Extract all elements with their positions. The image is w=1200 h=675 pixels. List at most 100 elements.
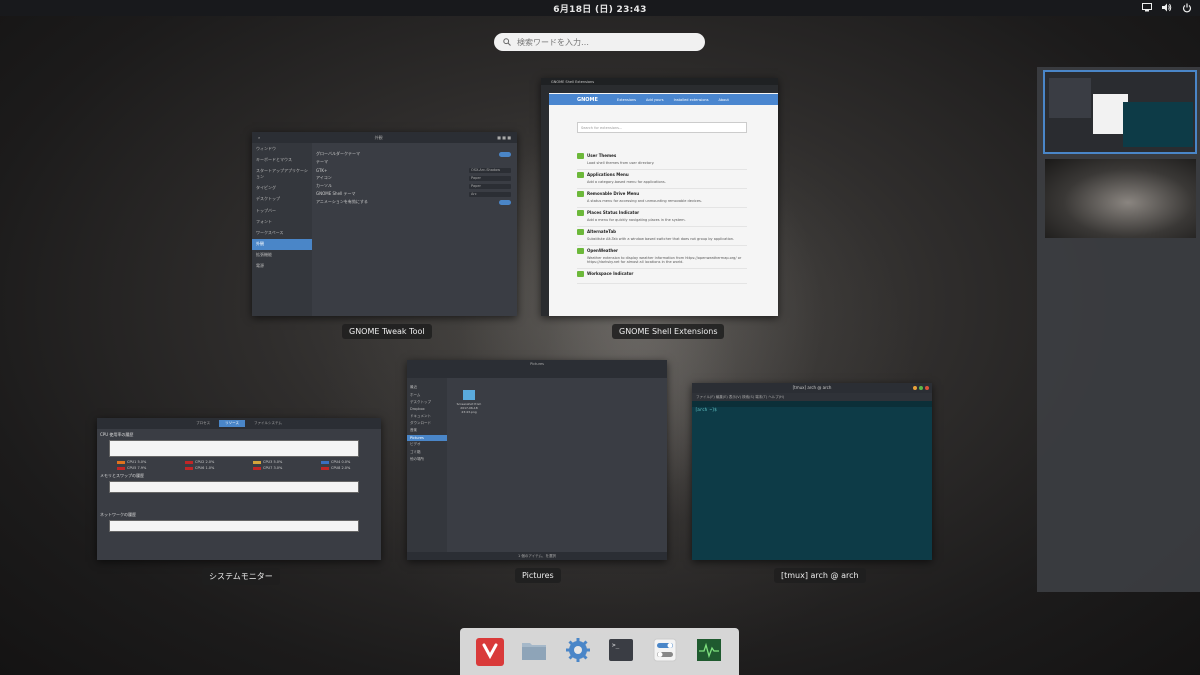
close-icon[interactable] [925, 386, 929, 390]
extension-item[interactable]: Workspace Indicator [577, 269, 747, 284]
workspace-2-thumbnail[interactable] [1045, 159, 1196, 238]
window-tweak-tool[interactable]: ⌕ 外観 ■ ■ ■ ウィンドウ キーボードとマウス スタートアップアプリケーション… [252, 132, 517, 316]
files-sidebar-item[interactable]: 音楽 [407, 427, 447, 434]
system-tray[interactable] [1141, 2, 1192, 13]
dash-app-tweaks[interactable] [651, 638, 679, 666]
setting-toggle[interactable] [499, 151, 511, 157]
terminal-prompt[interactable]: [arch ~]$ [692, 407, 932, 412]
cpu-color-swatch[interactable] [253, 466, 261, 470]
window-label-browser[interactable]: GNOME Shell Extensions [612, 324, 725, 339]
files-sidebar-item[interactable]: 他の場所 [407, 456, 447, 463]
browser-tab[interactable]: GNOME Shell Extensions [541, 78, 778, 85]
power-icon[interactable] [1181, 2, 1192, 13]
sidebar-item[interactable]: キーボードとマウス [252, 154, 312, 165]
cpu-color-swatch[interactable] [117, 466, 125, 470]
window-system-monitor[interactable]: プロセス リソース ファイルシステム CPU 使用率の履歴 CPU1 5.0% CPU… [97, 418, 381, 560]
volume-icon[interactable] [1161, 2, 1172, 13]
browser-sidepanel[interactable] [541, 93, 549, 316]
extension-name[interactable]: User Themes [577, 153, 747, 159]
window-label-sysmon[interactable]: システムモニター [202, 568, 280, 585]
cpu-color-swatch[interactable] [321, 460, 329, 464]
sidebar-item[interactable]: 電源 [252, 261, 312, 272]
sidebar-item[interactable]: ウィンドウ [252, 143, 312, 154]
sysmon-tab[interactable]: ファイルシステム [248, 420, 288, 427]
extension-name[interactable]: AlternateTab [577, 229, 747, 235]
sysmon-tab[interactable]: リソース [219, 420, 245, 427]
sidebar-item[interactable]: ワークスペース [252, 227, 312, 238]
sidebar-item[interactable]: 拡張機能 [252, 250, 312, 261]
cpu-color-swatch[interactable] [185, 466, 193, 470]
setting-dropdown[interactable]: OSX-Arc-Shadow [469, 167, 511, 173]
clock[interactable]: 6月18日 (日) 23:43 [553, 2, 646, 15]
image-file-icon[interactable] [463, 390, 475, 400]
cpu-color-swatch[interactable] [253, 460, 261, 464]
dash-app-system-monitor[interactable] [695, 638, 723, 666]
extension-item[interactable]: OpenWeather Weather extension to display … [577, 246, 747, 269]
window-controls[interactable]: ■ ■ ■ [497, 135, 511, 140]
cpu-legend-item: CPU2 2.0% [185, 460, 233, 464]
files-header[interactable]: Pictures [407, 360, 667, 378]
extension-name[interactable]: OpenWeather [577, 248, 747, 254]
extension-item[interactable]: Removable Drive Menu A status menu for ac… [577, 189, 747, 208]
extension-item[interactable]: Places Status Indicator Add a menu for qu… [577, 208, 747, 227]
terminal-header[interactable]: [tmux] arch @ arch [692, 383, 932, 393]
nav-installed[interactable]: Installed extensions [674, 98, 709, 102]
files-sidebar-item[interactable]: ゴミ箱 [407, 448, 447, 455]
nav-extensions[interactable]: Extensions [617, 98, 636, 102]
sidebar-item[interactable]: フォント [252, 216, 312, 227]
gnome-logo[interactable]: GNOME [577, 97, 598, 103]
extension-name[interactable]: Applications Menu [577, 172, 747, 178]
extension-name[interactable]: Workspace Indicator [577, 271, 747, 277]
sidebar-item[interactable]: スタートアップアプリケーション [252, 165, 312, 182]
sidebar-item[interactable]: タイピング [252, 183, 312, 194]
sidebar-item[interactable]: 外観 [252, 238, 312, 250]
window-header[interactable]: ⌕ 外観 ■ ■ ■ [252, 132, 517, 143]
setting-dropdown[interactable]: Paper [469, 183, 511, 189]
extension-item[interactable]: User Themes Load shell themes from user d… [577, 151, 747, 170]
extension-item[interactable]: AlternateTab Substitute Alt-Tab with a wi… [577, 227, 747, 246]
files-sidebar-item[interactable]: 最近 [407, 384, 447, 391]
window-title: Pictures [530, 362, 544, 366]
sidebar-item[interactable]: デスクトップ [252, 194, 312, 205]
workspace-1-thumbnail[interactable] [1043, 70, 1197, 154]
dash-app-files[interactable] [520, 638, 548, 666]
nav-about[interactable]: About [719, 98, 729, 102]
cpu-color-swatch[interactable] [117, 460, 125, 464]
window-controls[interactable] [913, 386, 929, 390]
window-terminal[interactable]: [tmux] arch @ arch ファイル(F) 編集(E) 表示(V) 検… [692, 383, 932, 560]
dash-app-vivaldi[interactable] [475, 637, 504, 666]
setting-toggle[interactable] [499, 199, 511, 205]
setting-dropdown[interactable]: Paper [469, 175, 511, 181]
files-sidebar-item[interactable]: ダウンロード [407, 420, 447, 427]
extension-name[interactable]: Removable Drive Menu [577, 191, 747, 197]
cpu-color-swatch[interactable] [321, 466, 329, 470]
terminal-menu[interactable]: ファイル(F) 編集(E) 表示(V) 検索(S) 端末(T) ヘルプ(H) [692, 393, 932, 401]
setting-dropdown[interactable]: Arc [469, 191, 511, 197]
files-sidebar-item[interactable]: ドキュメント [407, 413, 447, 420]
browser-address-bar[interactable] [541, 85, 778, 93]
nav-add-yours[interactable]: Add yours [646, 98, 664, 102]
extension-item[interactable]: Applications Menu Add a category-based me… [577, 170, 747, 189]
extension-search-input[interactable]: Search for extensions... [577, 122, 747, 133]
files-sidebar-item[interactable]: デスクトップ [407, 399, 447, 406]
files-sidebar-item[interactable]: ホーム [407, 391, 447, 398]
minimize-icon[interactable] [913, 386, 917, 390]
dash-app-settings[interactable] [564, 637, 592, 666]
window-label-tweak[interactable]: GNOME Tweak Tool [342, 324, 432, 339]
file-name[interactable]: Screenshot from 2017-06-18 23:43.png [453, 402, 485, 414]
dash-app-terminal[interactable]: >_ [607, 638, 635, 666]
window-label-terminal[interactable]: [tmux] arch @ arch [774, 568, 866, 583]
extension-name[interactable]: Places Status Indicator [577, 210, 747, 216]
overview-search[interactable] [494, 33, 705, 51]
window-files[interactable]: Pictures 最近 ホーム デスクトップ Dropbox ドキュメント ダウンロード音… [407, 360, 667, 560]
window-browser[interactable]: GNOME Shell Extensions GNOME Extensions … [541, 78, 778, 316]
display-icon[interactable] [1141, 2, 1152, 13]
files-sidebar-item[interactable]: ビデオ [407, 441, 447, 448]
cpu-color-swatch[interactable] [185, 460, 193, 464]
maximize-icon[interactable] [919, 386, 923, 390]
sidebar-item[interactable]: トップバー [252, 205, 312, 216]
search-input[interactable] [517, 37, 687, 47]
window-label-files[interactable]: Pictures [515, 568, 561, 583]
sysmon-tab[interactable]: プロセス [190, 420, 216, 427]
tab-title: GNOME Shell Extensions [551, 79, 595, 84]
